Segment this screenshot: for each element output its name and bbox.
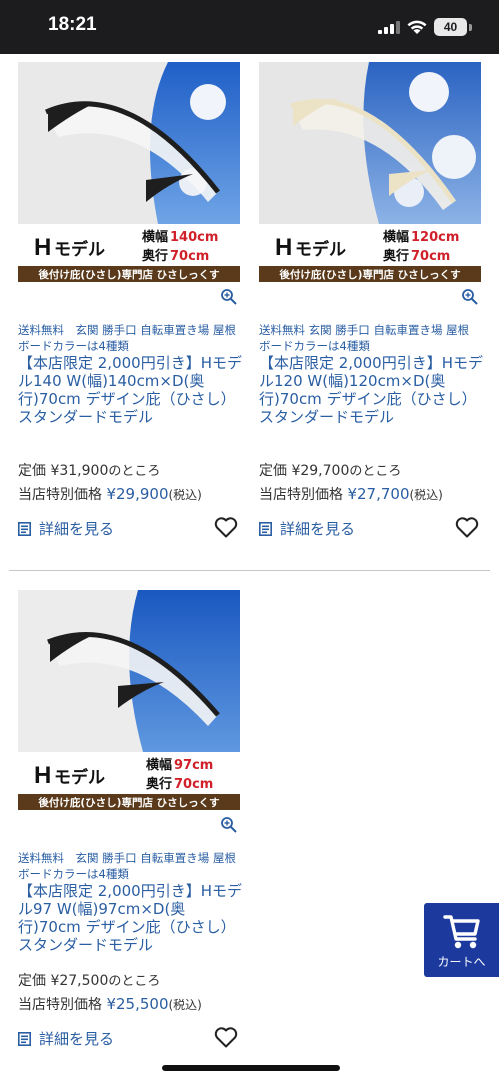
view-details-label: 詳細を見る: [39, 1030, 115, 1048]
document-icon: [18, 1031, 31, 1046]
product-title-link[interactable]: 【本店限定 2,000円引き】Hモデル97 W(幅)97cm×D(奥行)70cm…: [18, 882, 244, 954]
list-price-label: 定価: [18, 973, 46, 989]
battery-icon: 40: [434, 18, 467, 36]
view-details-button[interactable]: 詳細を見る: [18, 518, 114, 539]
shop-banner: 後付け庇(ひさし)専門店 ひさしっくす: [37, 268, 219, 281]
view-details-button[interactable]: 詳細を見る: [259, 518, 355, 539]
product-image[interactable]: H モデル 横幅 97cm 奥行 70cm 後付け庇(ひさし)専門店 ひさしっく…: [18, 590, 240, 812]
model-letter: H: [275, 234, 292, 261]
cart-button[interactable]: カートへ: [424, 903, 499, 977]
depth-value: 70cm: [174, 777, 213, 792]
model-suffix: モデル: [54, 767, 105, 788]
sale-price-label: 当店特別価格: [18, 487, 102, 503]
tax-note: (税込): [168, 998, 202, 1012]
depth-label: 奥行: [142, 248, 168, 264]
shopping-cart-icon: [443, 915, 480, 949]
sale-price-label: 当店特別価格: [259, 487, 343, 503]
sale-price-value: ¥25,500: [106, 995, 169, 1013]
width-label: 横幅: [142, 229, 168, 245]
product-card-2[interactable]: H モデル 横幅 120cm 奥行 70cm 後付け庇(ひさし)専門店 ひさしっ…: [259, 54, 483, 554]
list-price-suffix: のところ: [108, 974, 161, 989]
zoom-icon[interactable]: [220, 816, 238, 834]
sale-price-value: ¥29,900: [106, 485, 169, 503]
product-title-link[interactable]: 【本店限定 2,000円引き】Hモデル120 W(幅)120cm×D(奥行)70…: [259, 354, 485, 426]
status-time: 18:21: [48, 14, 97, 35]
list-price-value: ¥27,500: [50, 973, 109, 989]
home-indicator[interactable]: [162, 1065, 340, 1071]
cart-label: カートへ: [437, 955, 486, 969]
width-value: 140cm: [170, 230, 218, 245]
depth-label: 奥行: [383, 248, 409, 264]
document-icon: [259, 521, 272, 536]
product-image[interactable]: H モデル 横幅 120cm 奥行 70cm 後付け庇(ひさし)専門店 ひさしっ…: [259, 62, 481, 284]
tax-note: (税込): [409, 488, 443, 502]
sale-price-value: ¥27,700: [347, 485, 410, 503]
list-price-label: 定価: [18, 463, 46, 479]
model-letter: H: [34, 762, 51, 789]
cellular-signal-icon: [378, 21, 400, 34]
favorite-heart-icon[interactable]: [455, 516, 479, 538]
list-price-value: ¥31,900: [50, 463, 109, 479]
status-bar: 18:21 40: [0, 0, 499, 54]
favorite-heart-icon[interactable]: [214, 516, 238, 538]
width-value: 97cm: [174, 758, 213, 773]
view-details-button[interactable]: 詳細を見る: [18, 1028, 114, 1049]
list-price-suffix: のところ: [108, 464, 161, 479]
product-photo: H モデル 横幅 140cm 奥行 70cm 後付け庇(ひさし)専門店 ひさしっ…: [18, 62, 240, 282]
battery-tip: [469, 24, 472, 31]
product-tags: 送料無料 玄関 勝手口 自転車置き場 屋根 ボードカラーは4種類: [18, 851, 236, 881]
product-photo: H モデル 横幅 120cm 奥行 70cm 後付け庇(ひさし)専門店 ひさしっ…: [259, 62, 481, 282]
product-title-link[interactable]: 【本店限定 2,000円引き】Hモデル140 W(幅)140cm×D(奥行)70…: [18, 354, 244, 426]
model-suffix: モデル: [54, 239, 105, 260]
tax-note: (税込): [168, 488, 202, 502]
favorite-heart-icon[interactable]: [214, 1026, 238, 1048]
width-label: 横幅: [383, 229, 409, 245]
depth-label: 奥行: [146, 776, 172, 792]
width-value: 120cm: [411, 230, 459, 245]
shop-banner: 後付け庇(ひさし)専門店 ひさしっくす: [37, 796, 219, 809]
product-tags: 送料無料 玄関 勝手口 自転車置き場 屋根 ボードカラーは4種類: [259, 323, 470, 353]
list-price: 定価 ¥27,500のところ: [18, 970, 160, 990]
view-details-label: 詳細を見る: [280, 520, 356, 538]
product-tags: 送料無料 玄関 勝手口 自転車置き場 屋根 ボードカラーは4種類: [18, 323, 236, 353]
model-letter: H: [34, 234, 51, 261]
product-image[interactable]: H モデル 横幅 140cm 奥行 70cm 後付け庇(ひさし)専門店 ひさしっ…: [18, 62, 240, 284]
sale-price-label: 当店特別価格: [18, 997, 102, 1013]
list-price-label: 定価: [259, 463, 287, 479]
list-price-value: ¥29,700: [291, 463, 350, 479]
sale-price: 当店特別価格 ¥29,900(税込): [18, 484, 202, 504]
model-suffix: モデル: [295, 239, 346, 260]
depth-value: 70cm: [170, 249, 209, 264]
width-label: 横幅: [146, 757, 172, 773]
document-icon: [18, 521, 31, 536]
product-card-1[interactable]: H モデル 横幅 140cm 奥行 70cm 後付け庇(ひさし)専門店 ひさしっ…: [18, 54, 242, 554]
zoom-icon[interactable]: [220, 288, 238, 306]
view-details-label: 詳細を見る: [39, 520, 115, 538]
wifi-icon: [407, 20, 427, 34]
product-card-3[interactable]: H モデル 横幅 97cm 奥行 70cm 後付け庇(ひさし)専門店 ひさしっく…: [18, 582, 242, 1060]
row-divider: [9, 570, 490, 571]
list-price: 定価 ¥29,700のところ: [259, 460, 401, 480]
sale-price: 当店特別価格 ¥27,700(税込): [259, 484, 443, 504]
shop-banner: 後付け庇(ひさし)専門店 ひさしっくす: [278, 268, 460, 281]
depth-value: 70cm: [411, 249, 450, 264]
zoom-icon[interactable]: [461, 288, 479, 306]
list-price: 定価 ¥31,900のところ: [18, 460, 160, 480]
sale-price: 当店特別価格 ¥25,500(税込): [18, 994, 202, 1014]
list-price-suffix: のところ: [349, 464, 402, 479]
product-photo: H モデル 横幅 97cm 奥行 70cm 後付け庇(ひさし)専門店 ひさしっく…: [18, 590, 240, 810]
